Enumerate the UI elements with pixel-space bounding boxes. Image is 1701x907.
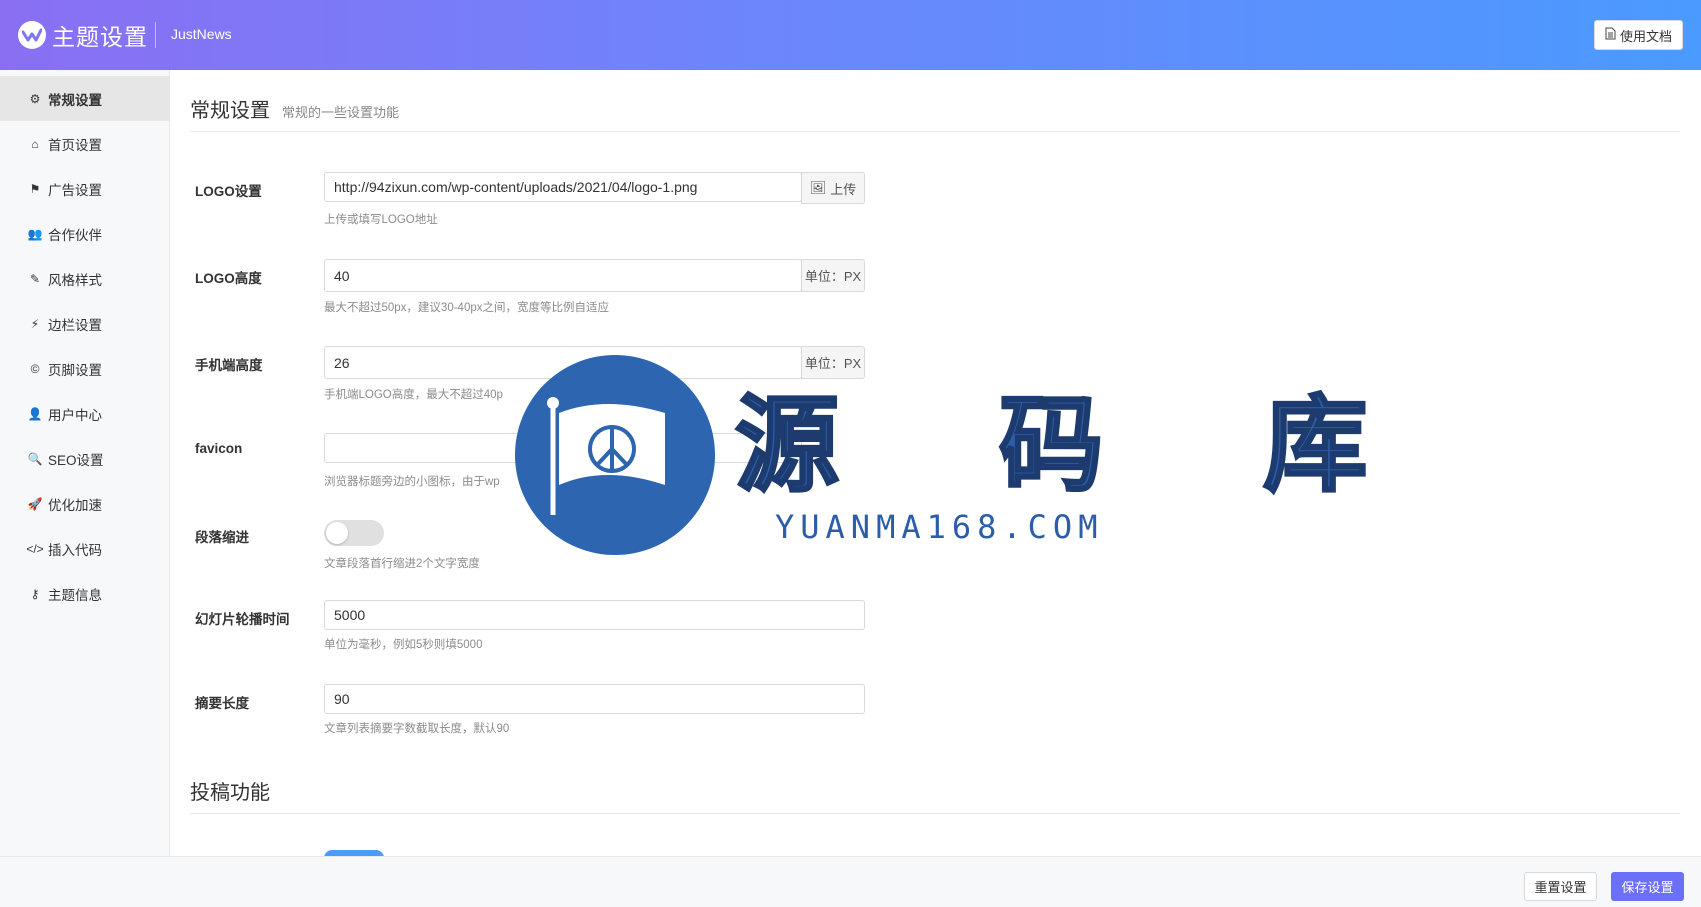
logo-height-row: LOGO高度 40 单位：PX 最大不超过50px，建议30-40px之间，宽度… — [190, 259, 1090, 346]
section-title: 常规设置 — [190, 100, 270, 122]
sidebar-item-label: 常规设置 — [48, 92, 102, 108]
sidebar-item-speed[interactable]: 🚀 优化加速 — [0, 481, 169, 526]
brand-logo-icon — [18, 21, 46, 49]
sidebar-item-general[interactable]: ⚙ 常规设置 — [0, 76, 169, 121]
logo-height-input[interactable]: 40 — [324, 259, 802, 292]
home-icon: ⌂ — [31, 136, 39, 151]
favicon-label: favicon — [195, 441, 243, 456]
sidebar-item-label: 优化加速 — [48, 497, 102, 513]
upload-label: 上传 — [830, 181, 857, 197]
sidebar-item-label: 风格样式 — [48, 272, 102, 288]
rocket-icon: 🚀 — [27, 496, 43, 511]
flag-icon: ⚑ — [29, 181, 41, 196]
excerpt-length-label: 摘要长度 — [195, 696, 249, 711]
sidebar-item-widgets[interactable]: ⚡ 边栏设置 — [0, 301, 169, 346]
upload-button[interactable]: 🖼 上传 — [801, 172, 865, 204]
top-header: 主题设置 JustNews 使用文档 — [0, 0, 1701, 70]
sidebar-item-code[interactable]: </> 插入代码 — [0, 526, 169, 571]
sidebar-item-footer[interactable]: © 页脚设置 — [0, 346, 169, 391]
sidebar-item-seo[interactable]: 🔍 SEO设置 — [0, 436, 169, 481]
document-icon — [1605, 27, 1616, 43]
code-icon: </> — [26, 541, 44, 556]
sidebar: ⚙ 常规设置 ⌂ 首页设置 ⚑ 广告设置 👥 合作伙伴 ✎ 风格样式 ⚡ 边栏设置 © 页脚设… — [0, 70, 170, 907]
logo-help: 上传或填写LOGO地址 — [324, 214, 438, 226]
page-title: 主题设置 — [52, 24, 148, 50]
logo-height-unit: 单位：PX — [801, 259, 865, 292]
logo-height-help: 最大不超过50px，建议30-40px之间，宽度等比例自适应 — [324, 302, 609, 314]
sidebar-item-label: 边栏设置 — [48, 317, 102, 333]
plug-icon: ⚡ — [30, 316, 40, 331]
section-header: 常规设置 常规的一些设置功能 — [190, 70, 1680, 132]
logo-url-input[interactable]: http://94zixun.com/wp-content/uploads/20… — [324, 172, 802, 202]
sidebar-item-label: 主题信息 — [48, 587, 102, 603]
logo-label: LOGO设置 — [195, 184, 262, 199]
reset-button[interactable]: 重置设置 — [1524, 872, 1597, 901]
section-description: 常规的一些设置功能 — [282, 105, 400, 120]
user-icon: 👤 — [27, 406, 43, 421]
slide-time-help: 单位为毫秒，例如5秒则填5000 — [324, 639, 483, 651]
excerpt-length-help: 文章列表摘要字数截取长度，默认90 — [324, 723, 510, 735]
slide-time-input[interactable]: 5000 — [324, 600, 865, 630]
favicon-help: 浏览器标题旁边的小图标，由于wp — [324, 476, 500, 488]
sidebar-item-theme-info[interactable]: ⚷ 主题信息 — [0, 571, 169, 616]
bottom-action-bar — [0, 856, 1701, 907]
excerpt-length-row: 摘要长度 90 文章列表摘要字数截取长度，默认90 — [190, 684, 1090, 771]
gear-icon: ⚙ — [29, 91, 41, 106]
mobile-height-label: 手机端高度 — [195, 358, 263, 373]
save-button[interactable]: 保存设置 — [1611, 872, 1684, 901]
copyright-icon: © — [30, 361, 40, 376]
indent-help: 文章段落首行缩进2个文字宽度 — [324, 558, 480, 570]
sidebar-item-user-center[interactable]: 👤 用户中心 — [0, 391, 169, 436]
mobile-height-help: 手机端LOGO高度，最大不超过40p — [324, 389, 503, 401]
watermark-text: 源 码 库 — [733, 383, 1430, 508]
sidebar-item-label: 首页设置 — [48, 137, 102, 153]
magic-wand-icon: ✎ — [29, 271, 41, 286]
key-icon: ⚷ — [30, 586, 40, 601]
sidebar-item-label: 页脚设置 — [48, 362, 102, 378]
sidebar-item-ads[interactable]: ⚑ 广告设置 — [0, 166, 169, 211]
toggle-knob — [326, 522, 348, 544]
excerpt-length-input[interactable]: 90 — [324, 684, 865, 714]
indent-toggle[interactable] — [324, 520, 384, 546]
header-divider — [155, 22, 156, 48]
logo-row: LOGO设置 http://94zixun.com/wp-content/upl… — [190, 172, 1090, 259]
sidebar-item-label: 合作伙伴 — [48, 227, 102, 243]
section-contribute-title: 投稿功能 — [190, 776, 1680, 814]
watermark-flag-icon — [547, 397, 665, 515]
docs-button-label: 使用文档 — [1619, 28, 1672, 44]
watermark-logo — [515, 355, 715, 555]
sidebar-item-style[interactable]: ✎ 风格样式 — [0, 256, 169, 301]
sidebar-item-label: 插入代码 — [48, 542, 102, 558]
slide-time-label: 幻灯片轮播时间 — [195, 612, 290, 627]
sidebar-item-home[interactable]: ⌂ 首页设置 — [0, 121, 169, 166]
slide-time-row: 幻灯片轮播时间 5000 单位为毫秒，例如5秒则填5000 — [190, 600, 1090, 687]
docs-button[interactable]: 使用文档 — [1594, 20, 1683, 50]
sidebar-item-partners[interactable]: 👥 合作伙伴 — [0, 211, 169, 256]
sidebar-item-label: SEO设置 — [48, 452, 104, 468]
theme-name: JustNews — [171, 26, 232, 42]
users-icon: 👥 — [27, 226, 43, 241]
watermark-url: YUANMA168.COM — [775, 508, 1104, 546]
search-icon: 🔍 — [27, 451, 43, 466]
image-icon: 🖼 — [809, 180, 827, 195]
indent-label: 段落缩进 — [195, 530, 249, 545]
logo-height-label: LOGO高度 — [195, 271, 262, 286]
sidebar-item-label: 广告设置 — [48, 182, 102, 198]
sidebar-item-label: 用户中心 — [48, 407, 102, 423]
